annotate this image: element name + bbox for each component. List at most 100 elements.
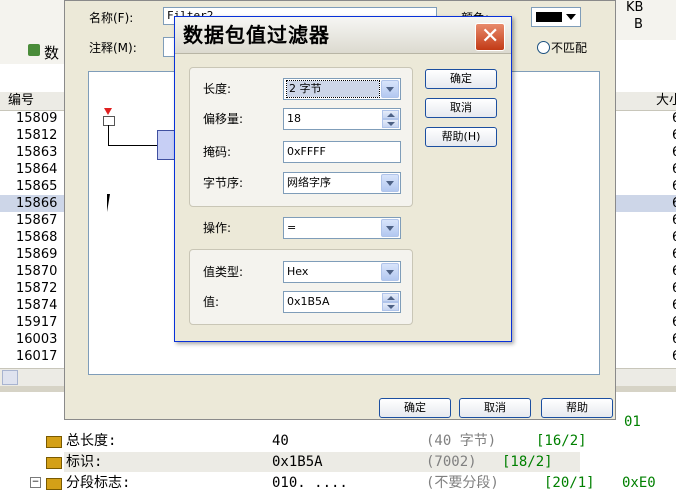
operation-value: = xyxy=(287,221,297,234)
spin-down-icon[interactable] xyxy=(382,302,399,311)
offset-spinner[interactable]: 18 xyxy=(283,108,401,130)
packet-row[interactable]: 15872 xyxy=(0,280,64,297)
filter-cancel-button[interactable]: 取消 xyxy=(459,398,531,418)
packet-row[interactable]: 16003 xyxy=(0,331,64,348)
byte-order-select[interactable]: 网络字序 xyxy=(283,172,401,194)
packet-row-size: 6 xyxy=(616,195,676,212)
cancel-button[interactable]: 取消 xyxy=(425,98,497,118)
spin-up-icon[interactable] xyxy=(382,110,399,119)
packet-row-size: 6 xyxy=(616,280,676,297)
tree-right-value-1: 01 xyxy=(624,414,641,430)
operation-label: 操作: xyxy=(203,221,232,235)
packet-row-size: 6 xyxy=(616,263,676,280)
packet-row[interactable]: 15869 xyxy=(0,246,64,263)
mouse-cursor-icon xyxy=(107,194,110,212)
tab-icon xyxy=(28,44,40,56)
chevron-down-icon[interactable] xyxy=(381,174,399,192)
packet-row[interactable]: 15870 xyxy=(0,263,64,280)
top-right-unit-kb: KB xyxy=(626,0,644,15)
color-picker[interactable] xyxy=(531,7,581,27)
value-spinner[interactable]: 0x1B5A xyxy=(283,291,401,313)
offset-value: 18 xyxy=(287,112,301,125)
packet-row-size: 6 xyxy=(616,229,676,246)
start-node-icon[interactable] xyxy=(103,116,115,126)
value-spin-buttons[interactable] xyxy=(382,293,399,311)
packet-row[interactable]: 15812 xyxy=(0,127,64,144)
packet-list-right-header[interactable]: 大小 xyxy=(616,92,676,111)
tree-value-total-length: 40 xyxy=(272,433,289,449)
dialog-titlebar[interactable]: 数据包值过滤器 ✕ xyxy=(175,17,511,54)
no-match-radio[interactable] xyxy=(537,41,550,54)
tree-label-total-length[interactable]: 总长度: xyxy=(66,431,116,451)
tree-value-identification: 0x1B5A xyxy=(272,454,323,470)
no-match-label: 不匹配 xyxy=(551,41,588,55)
packet-row[interactable]: 15874 xyxy=(0,297,64,314)
offset-spin-buttons[interactable] xyxy=(382,110,399,128)
packet-row[interactable]: 15867 xyxy=(0,212,64,229)
packet-row[interactable]: 15866 xyxy=(0,195,64,212)
packet-row-size: 6 xyxy=(616,127,676,144)
operation-select[interactable]: = xyxy=(283,217,401,239)
value-value: 0x1B5A xyxy=(287,295,330,308)
filter-node-icon[interactable] xyxy=(157,130,175,160)
flow-connector xyxy=(108,125,109,145)
packet-row[interactable]: 15865 xyxy=(0,178,64,195)
packet-row[interactable]: 16017 xyxy=(0,348,64,365)
close-button[interactable]: ✕ xyxy=(475,23,505,51)
tree-note-identification: (7002) xyxy=(426,454,477,470)
packet-row-size: 6 xyxy=(616,144,676,161)
packet-row[interactable]: 15917 xyxy=(0,314,64,331)
filter-ok-button[interactable]: 确定 xyxy=(379,398,451,418)
tab-label: 数 xyxy=(44,44,60,62)
scroll-left-arrow[interactable] xyxy=(2,370,18,385)
spin-up-icon[interactable] xyxy=(382,293,399,302)
packet-row[interactable]: 15863 xyxy=(0,144,64,161)
tree-extra-identification: [18/2] xyxy=(502,454,553,470)
name-label: 名称(F): xyxy=(89,11,134,25)
expand-collapse-icon[interactable]: − xyxy=(30,477,41,488)
packet-list-header[interactable]: 编号 xyxy=(0,92,64,111)
start-arrow-icon xyxy=(104,108,112,115)
tree-extra-fragment-flags: [20/1] xyxy=(544,475,595,491)
mask-input[interactable]: 0xFFFF xyxy=(283,141,401,163)
flow-connector xyxy=(108,145,158,146)
column-size-header: 大小 xyxy=(656,93,676,108)
key-icon xyxy=(46,457,62,469)
packet-value-filter-dialog: 数据包值过滤器 ✕ 长度: 2 字节 偏移量: 18 掩码: 0xFFFF 字节… xyxy=(174,16,512,342)
packet-row-size: 6 xyxy=(616,212,676,229)
tree-right-value-2: 0xE0 xyxy=(622,475,656,491)
packet-row-size: 6 xyxy=(616,331,676,348)
key-icon xyxy=(46,478,62,490)
color-swatch xyxy=(536,12,562,22)
chevron-down-icon[interactable] xyxy=(381,80,399,98)
packet-row[interactable]: 15868 xyxy=(0,229,64,246)
packet-row[interactable]: 15809 xyxy=(0,110,64,127)
mask-value: 0xFFFF xyxy=(287,145,326,158)
value-type-label: 值类型: xyxy=(203,265,244,279)
tree-extra-total-length: [16/2] xyxy=(536,433,587,449)
value-label: 值: xyxy=(203,295,220,309)
packet-row-size: 6 xyxy=(616,348,676,365)
packet-row-size: 6 xyxy=(616,314,676,331)
key-icon xyxy=(46,436,62,448)
mask-label: 掩码: xyxy=(203,145,232,159)
tree-label-identification[interactable]: 标识: xyxy=(66,452,102,472)
ok-button[interactable]: 确定 xyxy=(425,69,497,89)
byte-order-value: 网络字序 xyxy=(287,176,331,189)
filter-help-button[interactable]: 帮助 xyxy=(541,398,613,418)
tree-value-fragment-flags: 010. .... xyxy=(272,475,348,491)
tree-note-fragment-flags: (不要分段) xyxy=(426,475,499,491)
help-button[interactable]: 帮助(H) xyxy=(425,127,497,147)
value-type-select[interactable]: Hex xyxy=(283,261,401,283)
offset-label: 偏移量: xyxy=(203,112,244,126)
chevron-down-icon[interactable] xyxy=(381,219,399,237)
packet-row[interactable]: 15864 xyxy=(0,161,64,178)
spin-down-icon[interactable] xyxy=(382,119,399,128)
chevron-down-icon[interactable] xyxy=(381,263,399,281)
packet-row-size: 6 xyxy=(616,178,676,195)
packet-row-size: 6 xyxy=(616,110,676,127)
comment-label: 注释(M): xyxy=(89,41,137,55)
tree-label-fragment-flags[interactable]: 分段标志: xyxy=(66,473,130,493)
length-select[interactable]: 2 字节 xyxy=(283,78,401,100)
length-select-value: 2 字节 xyxy=(286,80,380,98)
